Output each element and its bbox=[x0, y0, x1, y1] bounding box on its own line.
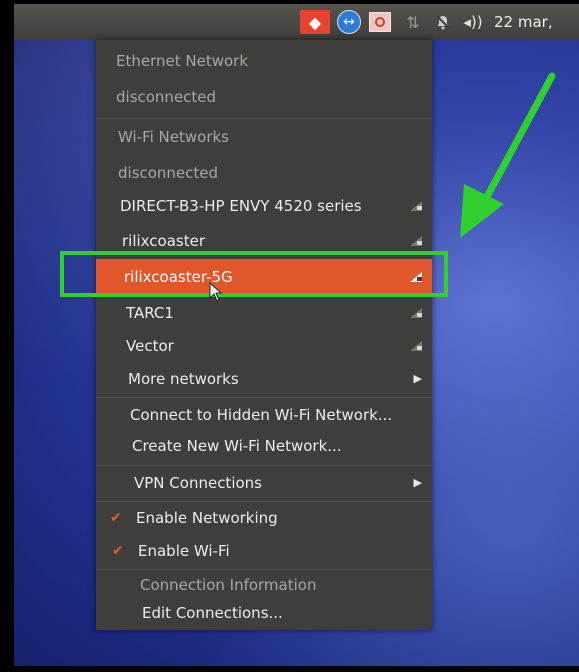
mouse-cursor-icon bbox=[209, 282, 223, 302]
top-panel: ◆ ↔ ⇅ ◂)) 22 mar, bbox=[14, 4, 579, 40]
wifi-lock-icon bbox=[410, 308, 422, 318]
stop-icon[interactable] bbox=[368, 10, 392, 34]
teamviewer-icon[interactable]: ↔ bbox=[336, 10, 362, 34]
network-icon[interactable]: ⇅ bbox=[402, 10, 424, 34]
enable-wifi[interactable]: ✔ Enable Wi-Fi bbox=[96, 536, 432, 566]
annotation-highlight-box bbox=[60, 251, 448, 297]
enable-networking[interactable]: ✔ Enable Networking bbox=[96, 503, 432, 533]
transfer-icon[interactable]: ◆ bbox=[300, 10, 330, 34]
ethernet-header: Ethernet Network bbox=[116, 52, 249, 70]
connect-hidden-network[interactable]: Connect to Hidden Wi-Fi Network... bbox=[96, 400, 432, 430]
separator bbox=[96, 501, 432, 502]
wifi-lock-icon bbox=[410, 201, 422, 211]
separator bbox=[96, 397, 432, 398]
connection-information[interactable]: Connection Information bbox=[96, 570, 432, 600]
more-networks[interactable]: More networks ▶ bbox=[96, 364, 432, 394]
submenu-arrow-icon: ▶ bbox=[413, 372, 422, 385]
edit-connections[interactable]: Edit Connections... bbox=[96, 598, 432, 628]
ethernet-status: disconnected bbox=[116, 88, 217, 106]
network-item-direct-hp[interactable]: DIRECT-B3-HP ENVY 4520 series bbox=[96, 191, 432, 221]
screen-photo: ◆ ↔ ⇅ ◂)) 22 mar, Ethernet Network disco… bbox=[14, 4, 579, 666]
annotation-arrow-icon bbox=[460, 72, 556, 238]
wifi-lock-icon bbox=[410, 236, 422, 246]
wifi-header: Wi-Fi Networks bbox=[118, 128, 229, 146]
wifi-status: disconnected bbox=[118, 164, 219, 182]
clock[interactable]: 22 mar, bbox=[494, 13, 553, 31]
network-menu: Ethernet Network disconnected Wi-Fi Netw… bbox=[96, 40, 432, 630]
network-item-tarc1[interactable]: TARC1 bbox=[96, 298, 432, 328]
separator bbox=[96, 465, 432, 466]
create-new-network[interactable]: Create New Wi-Fi Network... bbox=[96, 431, 432, 461]
network-item-vector[interactable]: Vector bbox=[96, 331, 432, 361]
vpn-connections[interactable]: VPN Connections ▶ bbox=[96, 468, 432, 498]
submenu-arrow-icon: ▶ bbox=[413, 476, 422, 489]
checkmark-icon: ✔ bbox=[112, 543, 124, 559]
checkmark-icon: ✔ bbox=[110, 510, 122, 526]
bell-muted-icon[interactable] bbox=[432, 10, 454, 34]
wifi-lock-icon bbox=[410, 341, 422, 351]
separator bbox=[96, 118, 432, 119]
volume-icon[interactable]: ◂)) bbox=[460, 10, 486, 34]
